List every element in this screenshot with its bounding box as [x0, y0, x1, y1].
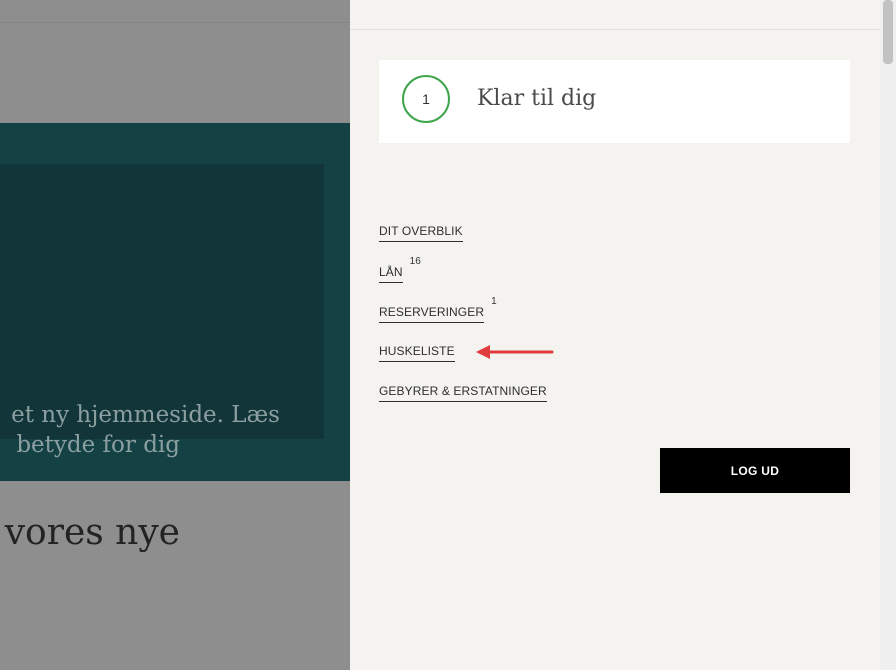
- menu-link-reservations[interactable]: RESERVERINGER: [379, 305, 485, 324]
- hero-banner: et ny hjemmeside. Læs betyde for dig: [0, 123, 350, 481]
- hero-text-line-2: betyde for dig: [16, 432, 180, 458]
- reservations-count-badge: 1: [491, 296, 497, 307]
- vertical-scrollbar[interactable]: [880, 0, 896, 670]
- menu-item-reservations: RESERVERINGER 1: [379, 296, 497, 324]
- ready-count-circle: 1: [402, 75, 450, 123]
- menu-item-overview: DIT OVERBLIK: [379, 222, 463, 242]
- hero-text-line-1: et ny hjemmeside. Læs: [11, 402, 280, 428]
- scrollbar-thumb[interactable]: [883, 0, 893, 64]
- menu-item-loans: LÅN 16: [379, 256, 421, 284]
- page-heading-fragment: vores nye: [4, 512, 180, 553]
- hero-content-box: et ny hjemmeside. Læs betyde for dig: [0, 164, 324, 458]
- header-divider: [0, 22, 350, 23]
- menu-link-wishlist[interactable]: HUSKELISTE: [379, 344, 455, 362]
- menu-link-fees[interactable]: GEBYRER & ERSTATNINGER: [379, 384, 547, 402]
- logout-button[interactable]: LOG UD: [660, 448, 850, 493]
- menu-item-wishlist: HUSKELISTE: [379, 342, 455, 362]
- ready-label: Klar til dig: [477, 86, 597, 111]
- red-arrow-annotation-icon: [476, 345, 554, 359]
- menu-link-loans[interactable]: LÅN: [379, 265, 403, 284]
- menu-item-fees: GEBYRER & ERSTATNINGER: [379, 382, 547, 402]
- menu-link-overview[interactable]: DIT OVERBLIK: [379, 224, 463, 242]
- panel-header-divider: [350, 29, 880, 30]
- loans-count-badge: 16: [409, 256, 421, 267]
- background-page: et ny hjemmeside. Læs betyde for dig vor…: [0, 0, 350, 670]
- account-side-panel: 1 Klar til dig DIT OVERBLIK LÅN 16 RESERV…: [350, 0, 880, 670]
- ready-for-you-card[interactable]: 1 Klar til dig: [379, 60, 850, 143]
